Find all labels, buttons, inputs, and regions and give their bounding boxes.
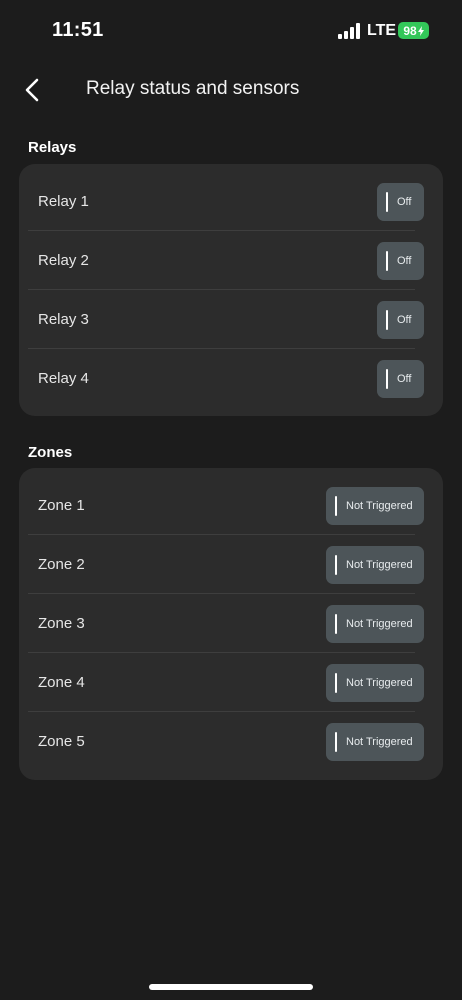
zone-status[interactable]: Not Triggered [326, 663, 424, 702]
zone-label: Zone 4 [38, 674, 85, 691]
zone-label: Zone 3 [38, 615, 85, 632]
status-bar: 11:51 LTE 98 [0, 0, 462, 62]
zone-status[interactable]: Not Triggered [326, 604, 424, 643]
status-indicator [335, 672, 337, 693]
battery-level: 98 [403, 23, 417, 38]
zone-state: Not Triggered [346, 676, 413, 689]
zone-status[interactable]: Not Triggered [326, 722, 424, 761]
zone-row: Zone 3 Not Triggered [28, 594, 424, 653]
zone-row: Zone 4 Not Triggered [28, 653, 424, 712]
relay-toggle[interactable]: Off [377, 300, 424, 339]
relay-toggle[interactable]: Off [377, 359, 424, 398]
nav-header: Relay status and sensors [0, 62, 462, 118]
zone-status[interactable]: Not Triggered [326, 486, 424, 525]
back-button[interactable] [18, 72, 50, 108]
zone-status[interactable]: Not Triggered [326, 545, 424, 584]
zone-row: Zone 1 Not Triggered [28, 476, 424, 535]
zone-row: Zone 2 Not Triggered [28, 535, 424, 594]
zone-label: Zone 2 [38, 556, 85, 573]
toggle-indicator [386, 250, 388, 271]
relay-state: Off [397, 195, 412, 208]
relay-state: Off [397, 313, 412, 326]
relay-label: Relay 2 [38, 252, 89, 269]
charging-bolt-icon [417, 25, 424, 36]
relay-label: Relay 4 [38, 370, 89, 387]
relay-row: Relay 3 Off [28, 290, 424, 349]
battery-icon: 98 [398, 22, 429, 39]
cellular-signal-icon [338, 23, 362, 39]
page-title: Relay status and sensors [86, 78, 300, 99]
network-type: LTE [367, 22, 397, 39]
zone-label: Zone 1 [38, 497, 85, 514]
zone-label: Zone 5 [38, 733, 85, 750]
toggle-indicator [386, 368, 388, 389]
relay-toggle[interactable]: Off [377, 182, 424, 221]
chevron-left-icon [25, 78, 39, 102]
relays-section-title: Relays [28, 139, 77, 156]
zone-state: Not Triggered [346, 617, 413, 630]
relay-row: Relay 2 Off [28, 231, 424, 290]
relays-card: Relay 1 Off Relay 2 Off Relay 3 Off Rela… [19, 164, 443, 416]
relay-label: Relay 3 [38, 311, 89, 328]
zone-state: Not Triggered [346, 735, 413, 748]
relay-toggle[interactable]: Off [377, 241, 424, 280]
relay-row: Relay 1 Off [28, 172, 424, 231]
zone-row: Zone 5 Not Triggered [38, 712, 424, 771]
relay-label: Relay 1 [38, 193, 89, 210]
relay-state: Off [397, 372, 412, 385]
home-indicator[interactable] [149, 984, 313, 990]
relay-state: Off [397, 254, 412, 267]
toggle-indicator [386, 191, 388, 212]
zones-section-title: Zones [28, 444, 73, 461]
zone-state: Not Triggered [346, 558, 413, 571]
status-indicator [335, 554, 337, 575]
status-indicator [335, 613, 337, 634]
status-time: 11:51 [52, 19, 104, 41]
zone-state: Not Triggered [346, 499, 413, 512]
zones-card: Zone 1 Not Triggered Zone 2 Not Triggere… [19, 468, 443, 780]
status-indicator [335, 731, 337, 752]
toggle-indicator [386, 309, 388, 330]
status-indicator [335, 495, 337, 516]
relay-row: Relay 4 Off [38, 349, 424, 408]
